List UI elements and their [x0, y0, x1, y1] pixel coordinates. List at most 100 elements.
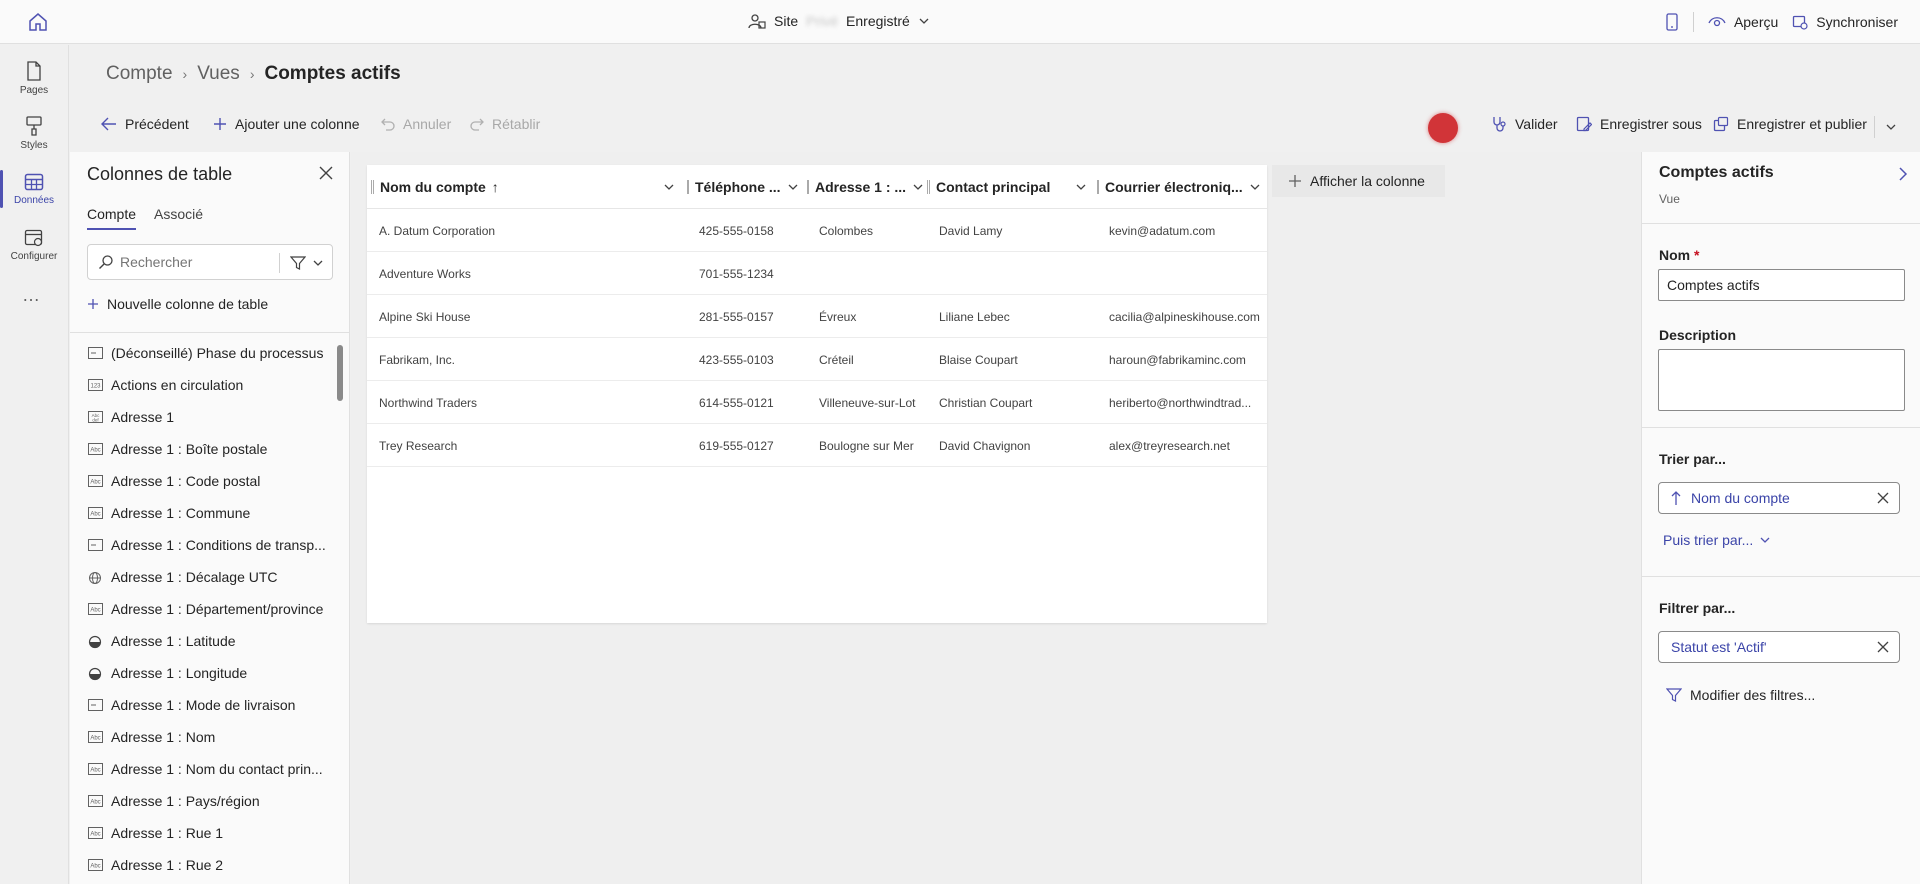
column-header[interactable]: Adresse 1 : ... [807, 165, 923, 209]
remove-filter-icon[interactable] [1877, 641, 1889, 653]
validate-button[interactable]: Valider [1491, 116, 1558, 132]
description-input[interactable] [1658, 349, 1905, 411]
close-icon[interactable] [319, 166, 333, 180]
chevron-right-icon[interactable] [1898, 166, 1908, 182]
column-list-label: Adresse 1 : Latitude [111, 633, 236, 649]
name-input[interactable] [1658, 269, 1905, 301]
table-row[interactable]: Alpine Ski House 281-555-0157 Évreux Lilian… [367, 295, 1267, 338]
column-list-item[interactable]: Abc Adresse 1 : Département/province [70, 593, 349, 625]
description-label: Description [1659, 327, 1737, 343]
edit-filters-button[interactable]: Modifier des filtres... [1666, 687, 1815, 703]
table-cell: Blaise Coupart [939, 352, 1018, 367]
breadcrumb-item-views[interactable]: Vues [197, 63, 240, 85]
column-list: (Déconseillé) Phase du processus 123 Actio… [70, 337, 349, 884]
chevron-down-icon[interactable] [912, 181, 924, 193]
column-header[interactable]: Nom du compte ↑ [371, 165, 681, 209]
scrollbar-thumb[interactable] [337, 345, 343, 401]
chevron-down-icon [312, 257, 324, 269]
rail-item-data[interactable]: Données [0, 162, 68, 216]
resize-grip[interactable] [1097, 180, 1099, 194]
column-list-item[interactable]: Adresse 1 : Mode de livraison [70, 689, 349, 721]
chevron-down-icon[interactable] [663, 181, 675, 193]
table-row[interactable]: Fabrikam, Inc. 423-555-0103 Créteil Blaise … [367, 338, 1267, 381]
chevron-down-icon[interactable] [787, 181, 799, 193]
column-list-item[interactable]: Abc Adresse 1 : Code postal [70, 465, 349, 497]
sort-chip[interactable]: Nom du compte [1658, 482, 1900, 514]
top-actions: Aperçu Synchroniser [1665, 12, 1898, 32]
resize-grip[interactable] [807, 180, 809, 194]
resize-grip[interactable] [927, 180, 930, 194]
sort-value: Nom du compte [1691, 490, 1790, 506]
rail-label: Données [13, 194, 55, 206]
column-list-label: Adresse 1 : Conditions de transp... [111, 537, 326, 553]
sync-button[interactable]: Synchroniser [1792, 14, 1898, 30]
resize-grip[interactable] [371, 180, 374, 194]
tab-related[interactable]: Associé [154, 206, 203, 230]
svg-text:Abc: Abc [90, 480, 100, 486]
column-list-item[interactable]: Adresse 1 : Longitude [70, 657, 349, 689]
column-list-item[interactable]: Abc Adresse 1 : Boîte postale [70, 433, 349, 465]
rail-item-configure[interactable]: Configurer [0, 218, 68, 272]
column-header[interactable]: Contact principal [927, 165, 1093, 209]
column-list-item[interactable]: Abc Adresse 1 : Commune [70, 497, 349, 529]
redo-button[interactable]: Rétablir [470, 116, 540, 132]
table-cell: alex@treyresearch.net [1109, 438, 1230, 453]
site-selector[interactable]: Site Privé Enregistré [748, 12, 930, 30]
new-table-column-button[interactable]: Nouvelle colonne de table [87, 296, 268, 312]
column-list-item[interactable]: Adresse 1 : Décalage UTC [70, 561, 349, 593]
column-header[interactable]: Téléphone ... [687, 165, 803, 209]
preview-button[interactable]: Aperçu [1708, 14, 1778, 30]
column-list-item[interactable]: 123 Actions en circulation [70, 369, 349, 401]
table-row[interactable]: Trey Research 619-555-0127 Boulogne sur Me… [367, 424, 1267, 467]
save-as-icon [1576, 116, 1592, 132]
remove-sort-icon[interactable] [1877, 492, 1889, 504]
column-list-item[interactable]: Abc Adresse 1 : Nom [70, 721, 349, 753]
column-header-label: Courrier électroniq... [1105, 179, 1243, 195]
search-input[interactable] [120, 254, 270, 270]
undo-button[interactable]: Annuler [381, 116, 451, 132]
table-cell: Boulogne sur Mer [819, 438, 914, 453]
avatar[interactable] [1428, 113, 1458, 143]
column-list-item[interactable]: Abc def Adresse 1 [70, 401, 349, 433]
column-list-item[interactable]: Abc Adresse 1 : Rue 2 [70, 849, 349, 881]
back-button[interactable]: Précédent [101, 116, 189, 132]
column-list-item[interactable]: Abc Adresse 1 : Pays/région [70, 785, 349, 817]
filter-label: Filtrer par... [1659, 600, 1736, 616]
tab-account[interactable]: Compte [87, 206, 137, 230]
table-row[interactable]: A. Datum Corporation 425-555-0158 Colombes… [367, 209, 1267, 252]
rail-item-pages[interactable]: Pages [0, 51, 68, 105]
save-as-button[interactable]: Enregistrer sous [1576, 116, 1702, 132]
show-column-button[interactable]: Afficher la colonne [1272, 165, 1445, 197]
filter-dropdown[interactable] [279, 253, 324, 273]
column-list-item[interactable]: Adresse 1 : Conditions de transp... [70, 529, 349, 561]
more-icon[interactable]: … [22, 285, 41, 306]
breadcrumb-item-account[interactable]: Compte [106, 63, 173, 85]
more-save-options-button[interactable] [1874, 116, 1897, 138]
chevron-down-icon[interactable] [1075, 181, 1087, 193]
svg-text:Abc: Abc [90, 768, 100, 774]
new-column-label: Nouvelle colonne de table [107, 296, 269, 312]
rail-item-styles[interactable]: Styles [0, 106, 68, 160]
device-preview-icon[interactable] [1665, 13, 1679, 31]
rail-label: Configurer [10, 250, 58, 262]
chevron-down-icon[interactable] [1249, 181, 1261, 193]
column-header[interactable]: Courrier électroniq... [1097, 165, 1263, 209]
breadcrumb: Compte › Vues › Comptes actifs [106, 63, 401, 85]
table-row[interactable]: Northwind Traders 614-555-0121 Villeneuve-… [367, 381, 1267, 424]
column-list-item[interactable]: Adresse 1 : Latitude [70, 625, 349, 657]
save-publish-button[interactable]: Enregistrer et publier [1713, 116, 1867, 132]
separator [1692, 12, 1694, 32]
column-list-item[interactable]: (Déconseillé) Phase du processus [70, 337, 349, 369]
filter-chip[interactable]: Statut est 'Actif' [1658, 631, 1900, 663]
plus-icon [87, 298, 99, 310]
divider [1642, 223, 1920, 224]
then-sort-button[interactable]: Puis trier par... [1663, 532, 1771, 548]
column-list-item[interactable]: Abc Adresse 1 : Nom du contact prin... [70, 753, 349, 785]
add-column-label: Ajouter une colonne [235, 116, 360, 132]
column-header-label: Téléphone ... [695, 179, 781, 195]
table-row[interactable]: Adventure Works 701-555-1234 [367, 252, 1267, 295]
column-list-item[interactable]: Abc Adresse 1 : Rue 1 [70, 817, 349, 849]
resize-grip[interactable] [687, 180, 689, 194]
home-icon[interactable] [26, 12, 50, 32]
add-column-button[interactable]: Ajouter une colonne [213, 116, 360, 132]
